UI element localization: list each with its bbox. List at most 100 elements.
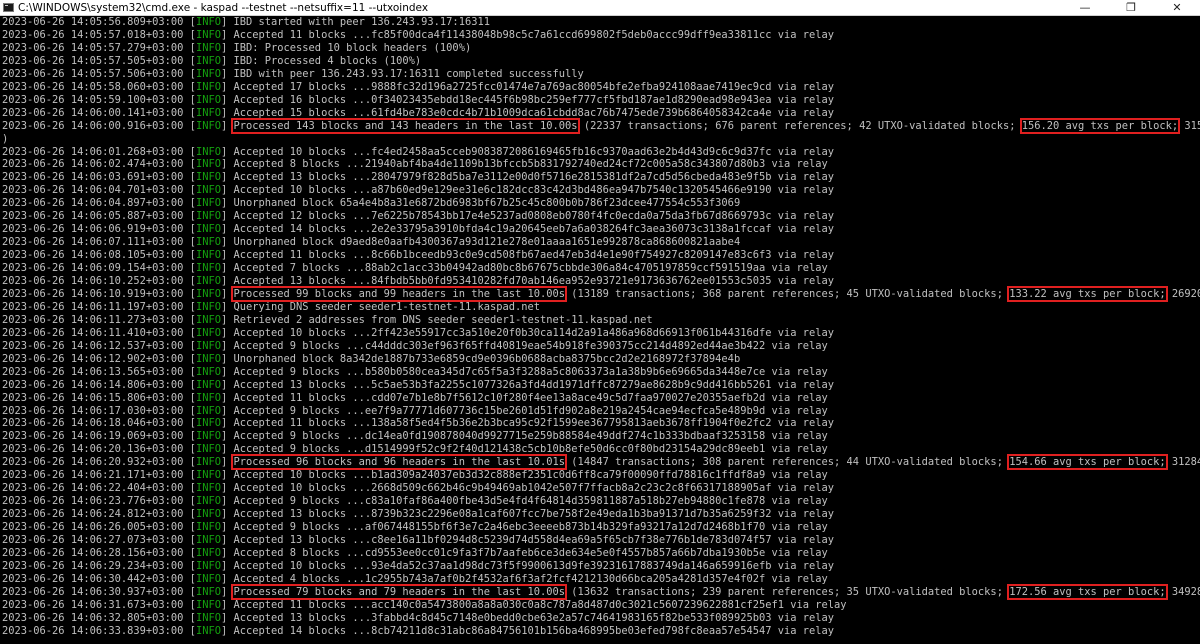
highlighted-processed-summary: Processed 96 blocks and 96 headers in th… bbox=[231, 454, 568, 471]
log-line: 2023-06-26 14:06:09.154+03:00 [INFO] Acc… bbox=[2, 262, 828, 275]
log-line: 2023-06-26 14:05:57.279+03:00 [INFO] IBD… bbox=[2, 42, 471, 55]
log-timestamp: 2023-06-26 14:06:10.252+03:00 [ bbox=[2, 275, 196, 287]
log-line: 2023-06-26 14:06:08.105+03:00 [INFO] Acc… bbox=[2, 249, 834, 262]
log-message: Unorphaned block d9aed8e0aafb4300367a93d… bbox=[233, 236, 741, 249]
log-timestamp: 2023-06-26 14:05:59.100+03:00 [ bbox=[2, 93, 196, 106]
log-bracket: ] bbox=[220, 378, 234, 391]
log-level: INFO bbox=[195, 469, 221, 482]
log-line: ) bbox=[2, 133, 8, 146]
log-message: Accepted 13 blocks ...c8ee16a11bf0294d8c… bbox=[233, 534, 835, 546]
log-line: 2023-06-26 14:06:17.030+03:00 [INFO] Acc… bbox=[2, 405, 828, 418]
highlighted-avg-txs: 172.56 avg txs per block; bbox=[1007, 583, 1168, 600]
log-level: INFO bbox=[195, 508, 221, 521]
log-level: INFO bbox=[195, 417, 221, 430]
log-timestamp: 2023-06-26 14:06:26.005+03:00 [ bbox=[2, 521, 196, 534]
log-bracket: ] bbox=[220, 559, 234, 572]
log-bracket: ] bbox=[220, 210, 234, 223]
log-timestamp: 2023-06-26 14:05:56.809+03:00 [ bbox=[2, 16, 196, 28]
log-level: INFO bbox=[195, 559, 221, 572]
log-message: Accepted 9 blocks ...dc14ea0fd190878040d… bbox=[233, 430, 828, 443]
log-bracket: ] bbox=[220, 28, 234, 41]
log-message: Accepted 13 blocks ...5c5ae53b3fa2255c10… bbox=[233, 378, 835, 391]
log-message: Accepted 14 blocks ...8cb74211d8c31abc86… bbox=[233, 624, 835, 637]
log-line: 2023-06-26 14:06:11.273+03:00 [INFO] Ret… bbox=[2, 314, 653, 327]
log-message: Querying DNS seeder seeder1-testnet-11.k… bbox=[233, 300, 541, 313]
log-level: INFO bbox=[195, 41, 221, 54]
log-level: INFO bbox=[195, 546, 221, 559]
log-level: INFO bbox=[195, 16, 221, 28]
maximize-button[interactable]: ❐ bbox=[1108, 0, 1154, 16]
log-message: Accepted 15 blocks ...61fd4be783e0cdc4b7… bbox=[233, 106, 835, 119]
log-level: INFO bbox=[195, 28, 221, 41]
log-line: 2023-06-26 14:06:20.932+03:00 [INFO] Pro… bbox=[2, 454, 1200, 471]
close-button[interactable]: ✕ bbox=[1154, 0, 1200, 16]
log-timestamp: 2023-06-26 14:06:11.410+03:00 [ bbox=[2, 326, 196, 339]
log-timestamp: 2023-06-26 14:05:57.505+03:00 [ bbox=[2, 54, 196, 67]
log-message: IBD: Processed 10 block headers (100%) bbox=[233, 41, 472, 54]
window-controls: — ❐ ✕ bbox=[1062, 0, 1200, 16]
log-message: Accepted 10 blocks ...2ff423e55917cc3a51… bbox=[233, 326, 835, 339]
log-level: INFO bbox=[195, 236, 221, 249]
cmd-icon bbox=[3, 3, 14, 12]
log-timestamp: 2023-06-26 14:06:09.154+03:00 [ bbox=[2, 262, 196, 275]
log-bracket: ] bbox=[220, 145, 234, 158]
log-bracket: ] bbox=[220, 572, 234, 585]
log-line: 2023-06-26 14:06:15.806+03:00 [INFO] Acc… bbox=[2, 392, 828, 405]
log-message: Accepted 9 blocks ...c44dddc303ef963f65f… bbox=[233, 339, 828, 352]
log-bracket: ] bbox=[220, 106, 234, 119]
log-level: INFO bbox=[195, 339, 221, 352]
log-message: Accepted 8 blocks ...cd9553ee0cc01c9fa3f… bbox=[233, 546, 828, 559]
minimize-button[interactable]: — bbox=[1062, 0, 1108, 16]
log-line: 2023-06-26 14:06:00.916+03:00 [INFO] Pro… bbox=[2, 117, 1200, 134]
log-message: ) bbox=[2, 132, 9, 145]
log-line: 2023-06-26 14:06:19.069+03:00 [INFO] Acc… bbox=[2, 430, 828, 443]
log-message: Accepted 10 blocks ...b1ad309a24037eb3d3… bbox=[233, 469, 828, 482]
log-message: Accepted 8 blocks ...21940abf4ba4de1109b… bbox=[233, 158, 828, 171]
log-line: 2023-06-26 14:06:03.691+03:00 [INFO] Acc… bbox=[2, 171, 834, 184]
log-timestamp: 2023-06-26 14:06:21.171+03:00 [ bbox=[2, 469, 196, 482]
log-bracket: ] bbox=[220, 262, 234, 275]
log-level: INFO bbox=[195, 443, 221, 456]
log-timestamp: 2023-06-26 14:06:01.268+03:00 [ bbox=[2, 145, 196, 158]
log-bracket: ] bbox=[220, 469, 234, 482]
log-line: 2023-06-26 14:06:11.410+03:00 [INFO] Acc… bbox=[2, 327, 834, 340]
log-line: 2023-06-26 14:06:31.673+03:00 [INFO] Acc… bbox=[2, 599, 847, 612]
log-message: IBD: Processed 4 blocks (100%) bbox=[233, 54, 422, 67]
log-timestamp: 2023-06-26 14:06:20.136+03:00 [ bbox=[2, 443, 196, 456]
log-line: 2023-06-26 14:06:33.839+03:00 [INFO] Acc… bbox=[2, 625, 834, 638]
log-bracket: ] bbox=[220, 223, 234, 236]
log-level: INFO bbox=[195, 313, 221, 326]
log-bracket: ] bbox=[220, 184, 234, 197]
log-bracket: ] bbox=[220, 443, 234, 456]
log-timestamp: 2023-06-26 14:06:08.105+03:00 [ bbox=[2, 249, 196, 262]
log-bracket: ] bbox=[220, 508, 234, 521]
log-timestamp: 2023-06-26 14:06:12.902+03:00 [ bbox=[2, 352, 196, 365]
log-level: INFO bbox=[195, 93, 221, 106]
log-bracket: ] bbox=[220, 16, 234, 28]
log-message: Accepted 11 blocks ...138a58f5ed4f5b36e2… bbox=[233, 417, 835, 430]
log-level: INFO bbox=[195, 262, 221, 275]
log-message: Accepted 13 blocks ...8739b323c2296e08a1… bbox=[233, 508, 835, 521]
log-bracket: ] bbox=[220, 67, 234, 80]
log-message: Accepted 11 blocks ...8c66b1bceedb93c0e9… bbox=[233, 249, 835, 262]
log-level: INFO bbox=[195, 67, 221, 80]
log-line: 2023-06-26 14:06:02.474+03:00 [INFO] Acc… bbox=[2, 158, 828, 171]
log-timestamp: 2023-06-26 14:06:18.046+03:00 [ bbox=[2, 417, 196, 430]
log-bracket: ] bbox=[220, 287, 234, 300]
log-level: INFO bbox=[195, 300, 221, 313]
log-timestamp: 2023-06-26 14:06:11.197+03:00 [ bbox=[2, 300, 196, 313]
log-level: INFO bbox=[195, 482, 221, 495]
log-level: INFO bbox=[195, 378, 221, 391]
log-line: 2023-06-26 14:06:20.136+03:00 [INFO] Acc… bbox=[2, 443, 828, 456]
log-level: INFO bbox=[195, 391, 221, 404]
log-line: 2023-06-26 14:06:12.902+03:00 [INFO] Uno… bbox=[2, 353, 740, 366]
log-line: 2023-06-26 14:06:26.005+03:00 [INFO] Acc… bbox=[2, 521, 828, 534]
log-level: INFO bbox=[195, 158, 221, 171]
log-message: Accepted 11 blocks ...cdd07e7b1e8b7f5612… bbox=[233, 391, 828, 404]
log-level: INFO bbox=[195, 210, 221, 223]
log-timestamp: 2023-06-26 14:06:24.812+03:00 [ bbox=[2, 508, 196, 521]
log-message: Accepted 16 blocks ...0f34023435ebdd18ec… bbox=[233, 93, 835, 106]
console-output[interactable]: 2023-06-26 14:05:56.809+03:00 [INFO] IBD… bbox=[0, 16, 1200, 644]
log-timestamp: 2023-06-26 14:06:28.156+03:00 [ bbox=[2, 546, 196, 559]
log-level: INFO bbox=[195, 197, 221, 210]
